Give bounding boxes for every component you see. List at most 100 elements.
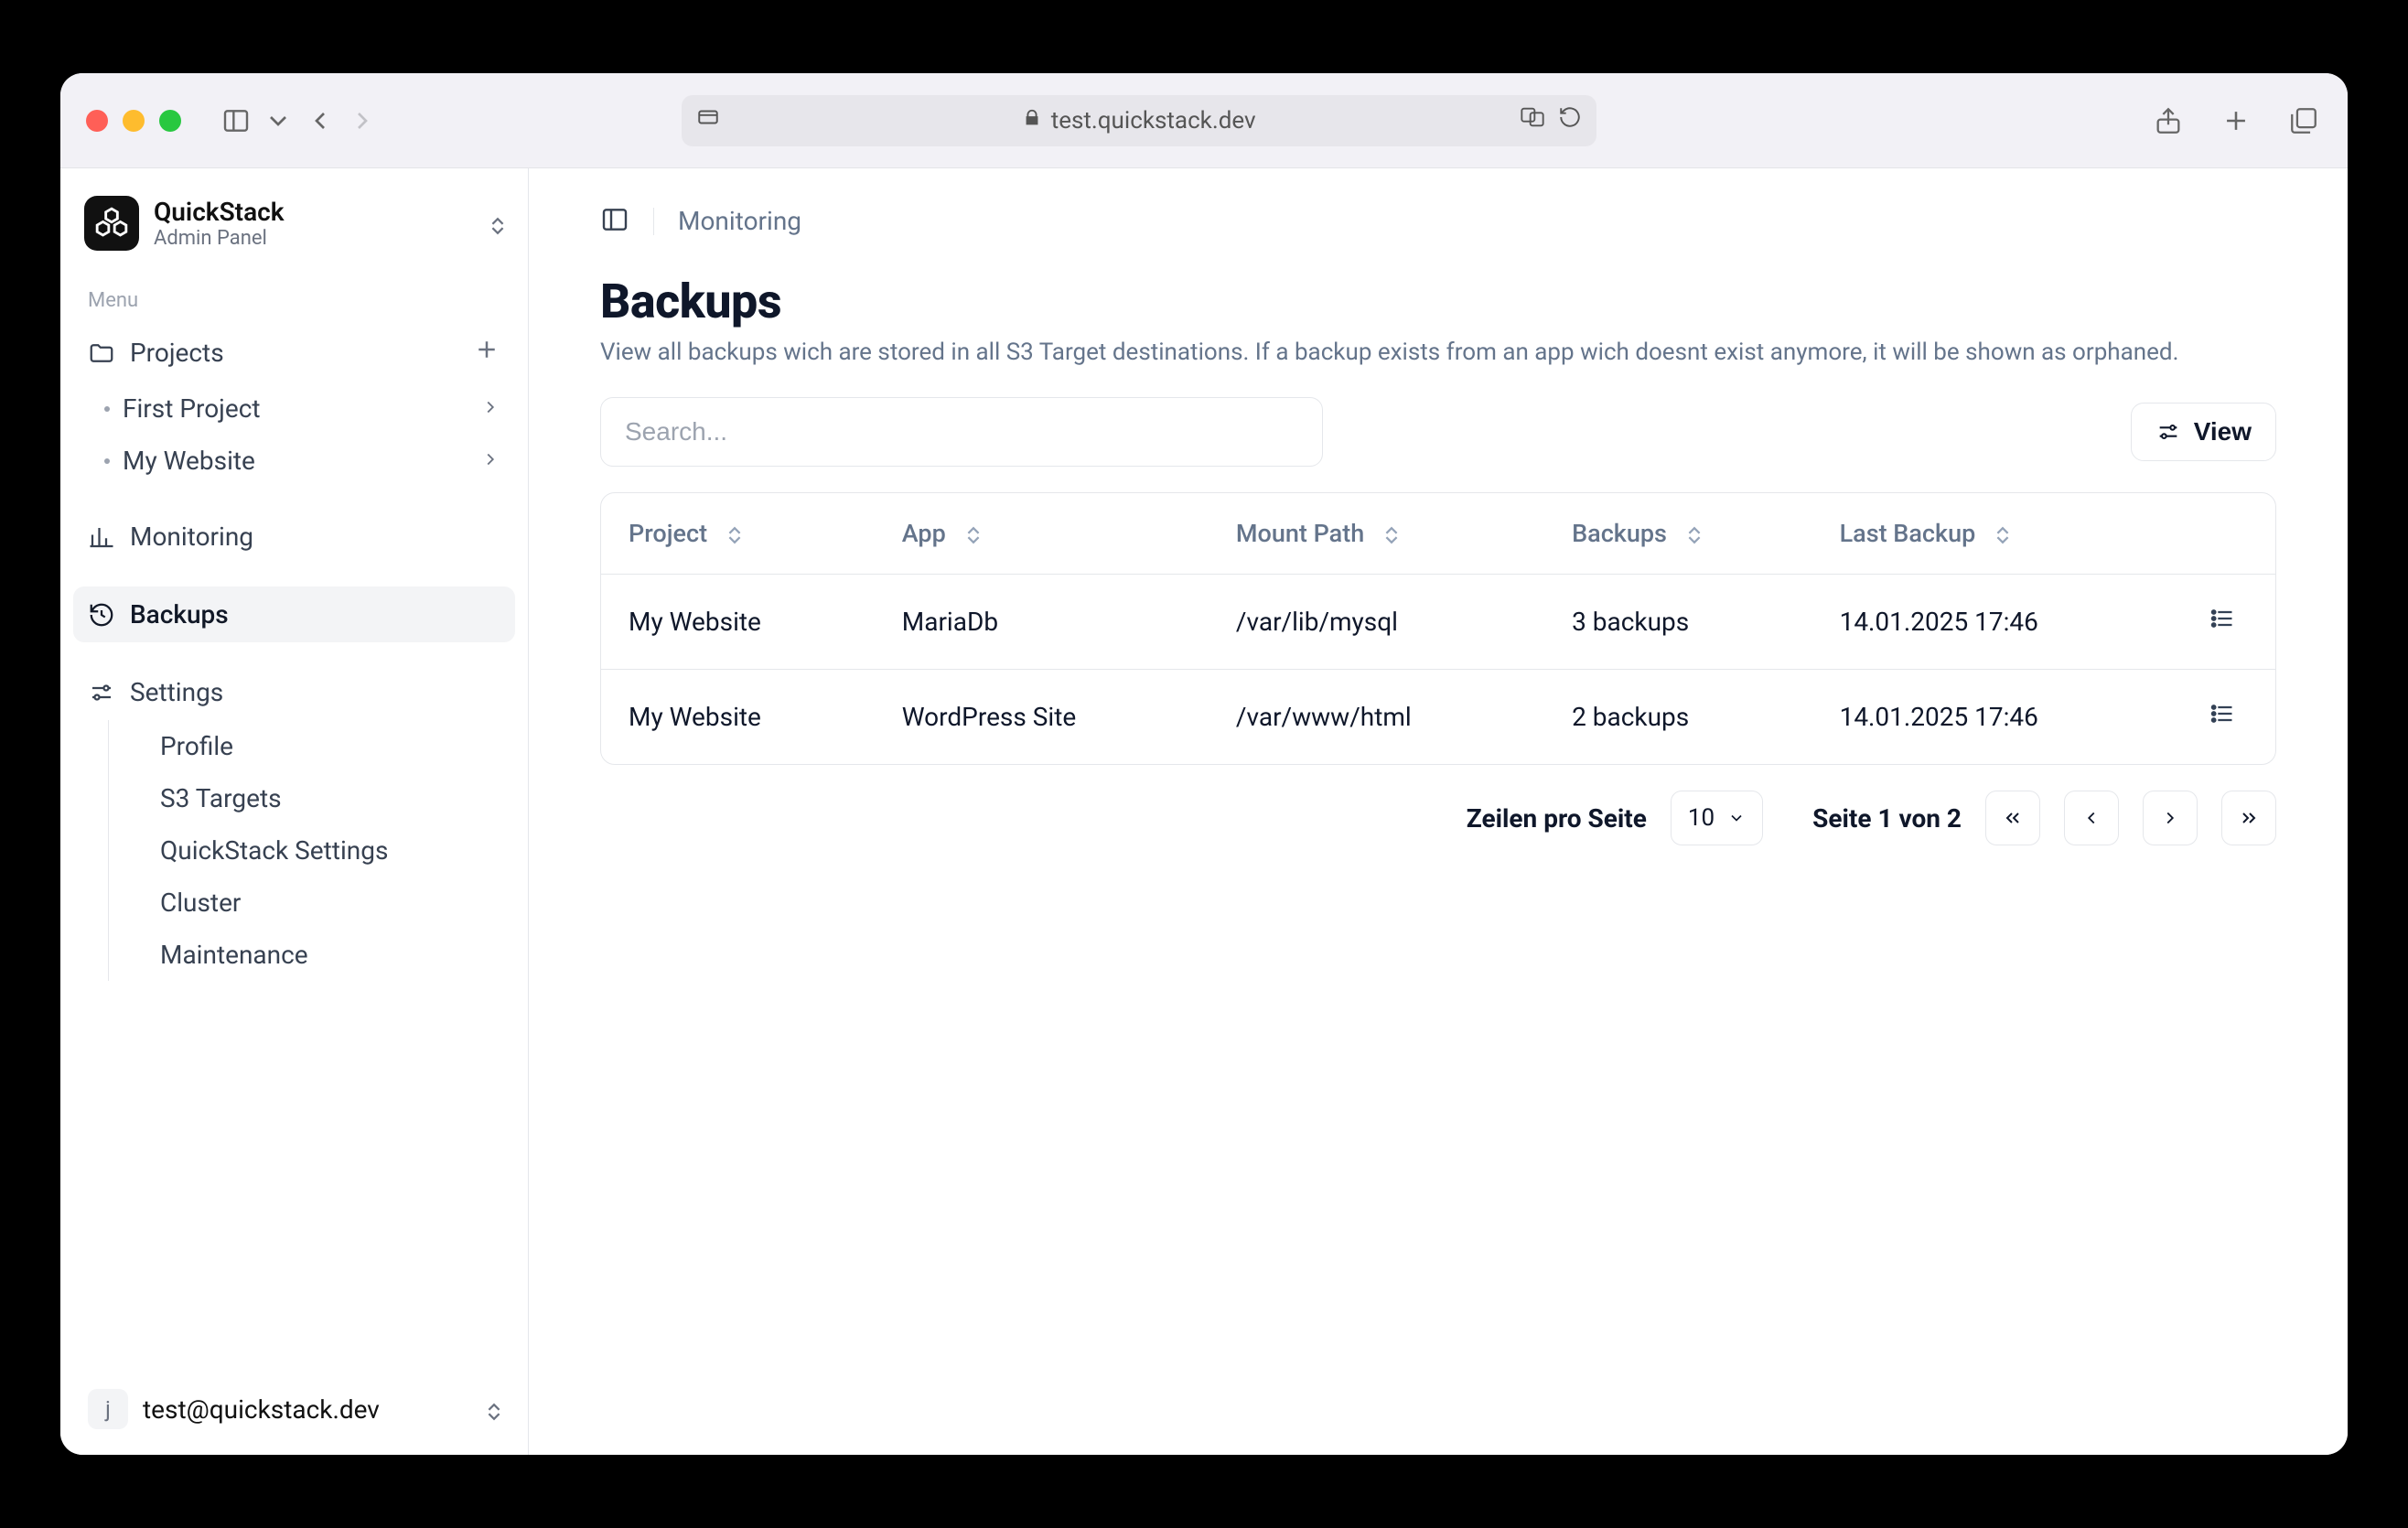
- traffic-lights: [86, 110, 181, 132]
- panel-left-icon: [600, 205, 629, 234]
- user-email: test@quickstack.dev: [143, 1394, 380, 1425]
- sort-icon: [967, 526, 980, 544]
- address-bar[interactable]: test.quickstack.dev: [682, 95, 1596, 146]
- add-project-icon[interactable]: [473, 336, 500, 370]
- sidebar-item-settings[interactable]: Settings: [73, 664, 515, 720]
- sidebar-settings-s3targets[interactable]: S3 Targets: [109, 772, 515, 824]
- sidebar-project-1-label: My Website: [123, 446, 255, 476]
- chevron-right-icon: [2160, 808, 2180, 828]
- tabs-overview-button[interactable]: [2285, 102, 2322, 139]
- col-app[interactable]: App: [875, 493, 1209, 575]
- sort-icon: [728, 526, 741, 544]
- search-input[interactable]: [600, 397, 1323, 467]
- avatar: j: [88, 1389, 128, 1429]
- website-settings-icon[interactable]: [696, 105, 720, 135]
- page-next-button[interactable]: [2143, 791, 2198, 845]
- chevrons-left-icon: [2002, 807, 2024, 829]
- table-controls: View: [529, 397, 2348, 492]
- page-subtitle: View all backups wich are stored in all …: [529, 335, 2348, 397]
- rows-per-page-select[interactable]: 10: [1671, 791, 1763, 845]
- cubes-icon: [94, 206, 129, 241]
- sidebar-project-1[interactable]: My Website: [73, 435, 515, 487]
- nav-forward-button[interactable]: [344, 102, 381, 139]
- sidebar-label-monitoring: Monitoring: [130, 522, 253, 552]
- sidebar-project-0[interactable]: First Project: [73, 382, 515, 435]
- plus-icon: [2220, 105, 2252, 136]
- window-maximize-button[interactable]: [159, 110, 181, 132]
- brand-switcher[interactable]: QuickStack Admin Panel: [73, 187, 515, 260]
- chevron-down-icon: [1727, 809, 1746, 827]
- col-backups[interactable]: Backups: [1544, 493, 1811, 575]
- sort-icon: [1996, 526, 2009, 544]
- chevrons-right-icon: [2238, 807, 2260, 829]
- chevron-left-icon: [306, 106, 335, 135]
- breadcrumb-divider: [653, 208, 654, 235]
- new-tab-button[interactable]: [2218, 102, 2254, 139]
- sidebar-label-settings: Settings: [130, 677, 223, 707]
- bullet-icon: [104, 406, 110, 412]
- sidebar-settings-maintenance[interactable]: Maintenance: [109, 929, 515, 981]
- sidebar-settings-profile[interactable]: Profile: [109, 720, 515, 772]
- rows-per-page-label: Zeilen pro Seite: [1467, 803, 1647, 834]
- nav-back-button[interactable]: [302, 102, 339, 139]
- chevron-right-icon: [480, 446, 500, 476]
- page-prev-button[interactable]: [2064, 791, 2119, 845]
- table-row[interactable]: My Website MariaDb /var/lib/mysql 3 back…: [601, 575, 2275, 670]
- window-minimize-button[interactable]: [123, 110, 145, 132]
- chevron-down-icon: [263, 106, 293, 135]
- col-project[interactable]: Project: [601, 493, 875, 575]
- folder-icon: [88, 339, 115, 367]
- sidebar-icon: [221, 106, 251, 135]
- chevrons-up-down-icon: [488, 1398, 500, 1421]
- view-button[interactable]: View: [2131, 403, 2276, 461]
- table-row[interactable]: My Website WordPress Site /var/www/html …: [601, 670, 2275, 765]
- main-content: Monitoring Backups View all backups wich…: [529, 168, 2348, 1455]
- list-icon: [2209, 606, 2235, 631]
- sliders-icon: [88, 679, 115, 706]
- safari-toolbar: test.quickstack.dev: [60, 73, 2348, 168]
- sidebar-item-projects[interactable]: Projects: [73, 323, 515, 382]
- toggle-sidebar-button[interactable]: [600, 205, 629, 237]
- sidebar-settings-quickstack[interactable]: QuickStack Settings: [109, 824, 515, 877]
- brand-chevron-icon: [491, 212, 504, 235]
- share-button[interactable]: [2150, 102, 2187, 139]
- brand-name: QuickStack: [154, 197, 285, 227]
- page-first-button[interactable]: [1985, 791, 2040, 845]
- safari-window: test.quickstack.dev: [60, 73, 2348, 1455]
- sidebar-settings-cluster[interactable]: Cluster: [109, 877, 515, 929]
- col-last-backup[interactable]: Last Backup: [1812, 493, 2182, 575]
- page-title: Backups: [529, 253, 2348, 335]
- sort-icon: [1385, 526, 1398, 544]
- row-details-button[interactable]: [2209, 701, 2235, 729]
- toolbar-dropdown-button[interactable]: [260, 102, 296, 139]
- chart-icon: [88, 523, 115, 551]
- window-close-button[interactable]: [86, 110, 108, 132]
- breadcrumb-item[interactable]: Monitoring: [678, 206, 801, 236]
- page-info: Seite 1 von 2: [1812, 803, 1962, 834]
- sidebar-label-backups: Backups: [130, 599, 229, 629]
- translate-icon[interactable]: [1520, 104, 1545, 136]
- brand-subtitle: Admin Panel: [154, 227, 285, 250]
- sliders-icon: [2155, 419, 2181, 445]
- reload-icon[interactable]: [1558, 105, 1582, 135]
- share-icon: [2153, 105, 2184, 136]
- history-icon: [88, 601, 115, 629]
- chevron-right-icon: [348, 106, 377, 135]
- sidebar-item-backups[interactable]: Backups: [73, 586, 515, 642]
- sort-icon: [1688, 526, 1701, 544]
- col-mount-path[interactable]: Mount Path: [1209, 493, 1544, 575]
- pagination: Zeilen pro Seite 10 Seite 1 von 2: [529, 765, 2348, 845]
- sidebar-toggle-button[interactable]: [218, 102, 254, 139]
- app-root: QuickStack Admin Panel Menu Projects: [60, 168, 2348, 1455]
- page-last-button[interactable]: [2221, 791, 2276, 845]
- sidebar-item-monitoring[interactable]: Monitoring: [73, 509, 515, 565]
- tabs-icon: [2288, 105, 2319, 136]
- brand-logo: [84, 196, 139, 251]
- row-details-button[interactable]: [2209, 606, 2235, 634]
- breadcrumb-bar: Monitoring: [529, 168, 2348, 253]
- sidebar-project-0-label: First Project: [123, 393, 261, 424]
- user-menu[interactable]: j test@quickstack.dev: [73, 1376, 515, 1442]
- sidebar: QuickStack Admin Panel Menu Projects: [60, 168, 529, 1455]
- chevron-right-icon: [480, 393, 500, 424]
- bullet-icon: [104, 458, 110, 464]
